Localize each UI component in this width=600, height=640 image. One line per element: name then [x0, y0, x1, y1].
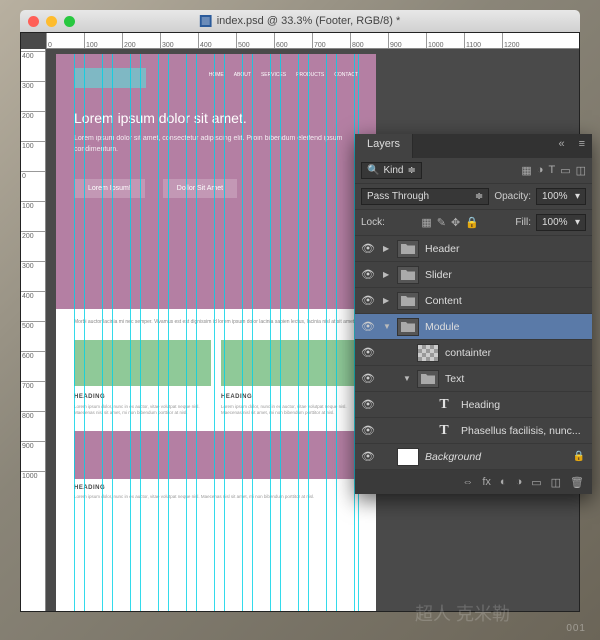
window-titlebar: index.psd @ 33.3% (Footer, RGB/8) * [20, 10, 580, 32]
layer-name[interactable]: Heading [461, 399, 500, 411]
link-layers-icon[interactable]: ⇔ [462, 476, 473, 488]
close-window-button[interactable] [28, 16, 39, 27]
mask-icon[interactable]: ◐ [500, 476, 507, 488]
minimize-window-button[interactable] [46, 16, 57, 27]
fill-input[interactable]: 100%▾ [536, 214, 586, 231]
hero-paragraph: Lorem ipsum dolor sit amet, consectetur … [74, 134, 358, 155]
layer-row[interactable]: 👁TPhasellus facilisis, nunc... [355, 418, 592, 444]
visibility-icon[interactable]: 👁 [359, 268, 377, 281]
ruler-vertical[interactable]: 4003002001000100200300400500600700800900… [21, 49, 46, 611]
layer-row[interactable]: 👁 Background 🔒 [355, 444, 592, 470]
blend-mode-select[interactable]: Pass Through≑ [361, 188, 489, 205]
layer-row[interactable]: 👁▼Module [355, 314, 592, 340]
layer-name[interactable]: Phasellus facilisis, nunc... [461, 425, 581, 437]
visibility-icon[interactable]: 👁 [359, 346, 377, 359]
watermark-cn: 超人 克米勒 [415, 600, 510, 626]
layer-name[interactable]: Module [425, 321, 459, 333]
visibility-icon[interactable]: 👁 [359, 294, 377, 307]
panel-collapse-icon[interactable]: « [551, 134, 571, 158]
intro-text: Morbi auctor lacinia mi nec semper. Viva… [56, 309, 376, 336]
visibility-icon[interactable]: 👁 [359, 398, 377, 411]
layer-row[interactable]: 👁▶Slider [355, 262, 592, 288]
visibility-icon[interactable]: 👁 [359, 424, 377, 437]
filter-kind-select[interactable]: 🔍Kind≑ [361, 162, 422, 179]
zoom-window-button[interactable] [64, 16, 75, 27]
visibility-icon[interactable]: 👁 [359, 320, 377, 333]
layer-name[interactable]: Content [425, 295, 462, 307]
visibility-icon[interactable]: 👁 [359, 242, 377, 255]
hero-heading: Lorem ipsum dolor sit amet. [74, 110, 358, 126]
opacity-input[interactable]: 100%▾ [536, 188, 586, 205]
layer-name[interactable]: containter [445, 347, 491, 359]
ruler-horizontal[interactable]: 0100200300400500600700800900100011001200 [46, 33, 579, 49]
watermark: 001 [566, 623, 586, 634]
panel-menu-icon[interactable]: ≡ [572, 134, 592, 158]
adjustment-icon[interactable]: ◑ [516, 476, 523, 488]
new-layer-icon[interactable]: ◫ [551, 476, 561, 489]
layer-name[interactable]: Text [445, 373, 464, 385]
opacity-label: Opacity: [494, 191, 531, 202]
layer-row[interactable]: 👁▼Text [355, 366, 592, 392]
document-title: index.psd @ 33.3% (Footer, RGB/8) * [200, 15, 401, 27]
layer-name[interactable]: Slider [425, 269, 452, 281]
lock-label: Lock: [361, 217, 385, 228]
lock-icons[interactable]: ▦✎✥🔒 [421, 216, 479, 229]
layer-row[interactable]: 👁▶Header [355, 236, 592, 262]
filter-icons[interactable]: ▦◑T▭◫ [521, 164, 586, 177]
layer-name[interactable]: Header [425, 243, 459, 255]
group-icon[interactable]: ▭ [531, 476, 541, 489]
layer-row[interactable]: 👁▶Content [355, 288, 592, 314]
visibility-icon[interactable]: 👁 [359, 450, 377, 463]
document-canvas[interactable]: HOMEABOUTSERVICESPRODUCTSCONTACT Lorem i… [56, 54, 376, 611]
visibility-icon[interactable]: 👁 [359, 372, 377, 385]
layers-tab[interactable]: Layers [355, 134, 413, 158]
lock-icon: 🔒 [573, 451, 585, 462]
layer-row[interactable]: 👁 containter [355, 340, 592, 366]
layer-list[interactable]: 👁▶Header👁▶Slider👁▶Content👁▼Module👁contai… [355, 236, 592, 470]
layers-panel[interactable]: Layers « ≡ 🔍Kind≑ ▦◑T▭◫ Pass Through≑ Op… [355, 134, 592, 494]
layer-row[interactable]: 👁THeading [355, 392, 592, 418]
fx-icon[interactable]: fx [482, 476, 491, 488]
layers-panel-footer[interactable]: ⇔ fx ◐ ◑ ▭ ◫ 🗑 [355, 470, 592, 494]
fill-label: Fill: [515, 217, 531, 228]
hero-button-2: Dollor Sit Amet [163, 179, 237, 198]
trash-icon[interactable]: 🗑 [570, 476, 584, 489]
layer-name[interactable]: Background [425, 451, 481, 463]
